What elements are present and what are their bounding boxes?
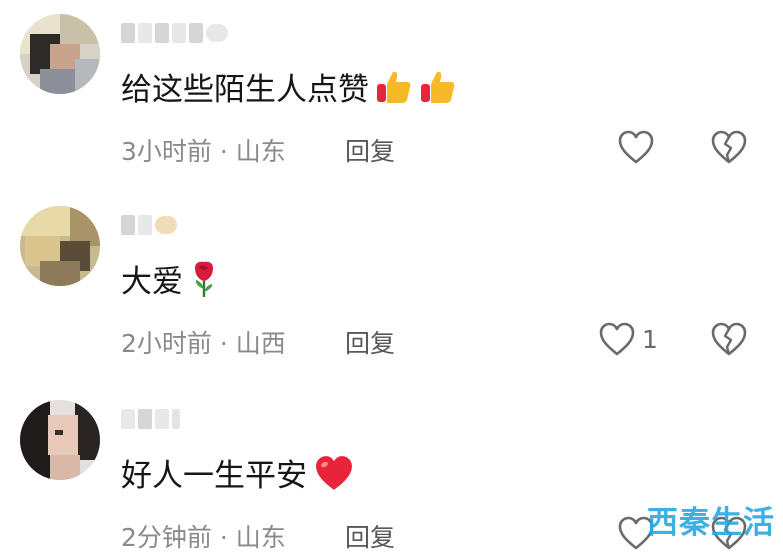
comment-text: 大爱 [121,256,219,301]
username[interactable] [121,406,271,432]
thumbs-up-icon [377,71,411,103]
broken-heart-icon[interactable] [710,320,748,358]
broken-heart-icon[interactable] [710,128,748,166]
avatar[interactable] [20,400,100,480]
avatar[interactable] [20,14,100,94]
comment-item: 大爱 2小时前 · 山西 回复 1 [0,198,783,388]
avatar[interactable] [20,206,100,286]
like-count: 1 [642,324,658,354]
red-heart-icon [316,455,352,490]
username[interactable] [121,212,271,238]
separator: · [211,523,236,552]
separator: · [211,329,236,358]
timestamp: 3小时前 [121,137,212,166]
location: 山东 [235,523,286,552]
comment-text: 好人一生平安 [121,450,355,495]
timestamp: 2分钟前 [121,523,212,552]
location: 山西 [235,329,286,358]
comment-meta: 2分钟前 · 山东 [121,518,286,554]
location: 山东 [235,137,286,166]
watermark: 西秦生活 [647,505,775,541]
comment-text-label: 大爱 [121,264,183,300]
separator: · [211,137,236,166]
rose-icon [195,261,213,297]
timestamp: 2小时前 [121,329,212,358]
comment-item: 给这些陌生人点赞 3小时前 · 山东 回复 [0,6,783,196]
thumbs-up-icon [421,71,455,103]
heart-outline-icon [618,130,654,164]
comment-text-label: 好人一生平安 [121,458,307,494]
comment-text-label: 给这些陌生人点赞 [121,72,369,108]
comment-meta: 2小时前 · 山西 [121,324,286,360]
comment-text: 给这些陌生人点赞 [121,64,457,109]
username[interactable] [121,20,271,46]
reply-button[interactable]: 回复 [345,324,395,360]
heart-outline-icon [599,322,635,356]
like-button[interactable]: 1 [598,320,658,358]
reply-button[interactable]: 回复 [345,132,395,168]
comment-meta: 3小时前 · 山东 [121,132,286,168]
like-button[interactable] [617,128,661,166]
reply-button[interactable]: 回复 [345,518,395,554]
